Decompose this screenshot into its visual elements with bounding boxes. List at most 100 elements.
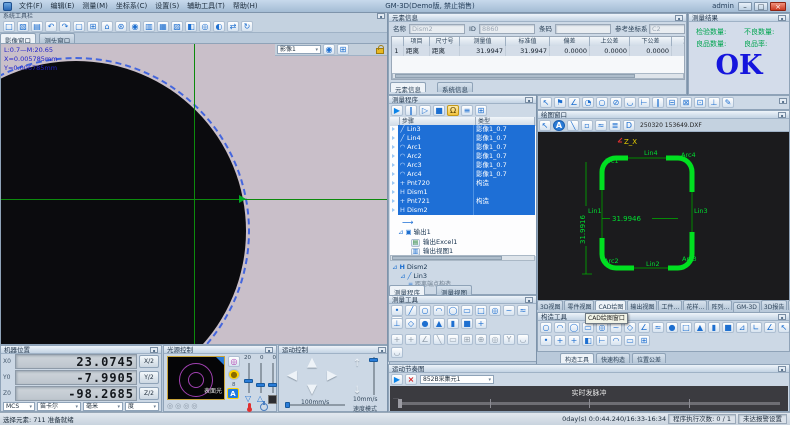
tab-construct-tools[interactable]: 构造工具 — [560, 353, 594, 363]
tab-quick-construct[interactable]: 快速构造 — [596, 353, 630, 363]
perp-icon[interactable]: ⊥ — [708, 97, 720, 108]
step-expander-icon[interactable] — [389, 197, 398, 206]
open-icon[interactable]: ▧ — [17, 21, 29, 32]
y-half-button[interactable]: Y/2 — [139, 371, 159, 384]
settings-icon[interactable]: ⊛ — [115, 21, 127, 32]
unit-select[interactable]: 毫米▾ — [83, 402, 123, 411]
swap-icon[interactable]: ⇄ — [227, 21, 239, 32]
undo-icon[interactable]: ↶ — [45, 21, 57, 32]
cone-icon[interactable]: ▲ — [694, 322, 706, 333]
radius-icon[interactable]: ◡ — [624, 97, 636, 108]
lock-icon[interactable]: Ω — [447, 105, 459, 116]
bottom-light-icon[interactable]: ● — [228, 369, 240, 380]
mode-select[interactable]: 笛卡尔▾ — [37, 402, 81, 411]
menu-settings[interactable]: 设置(S) — [151, 1, 183, 11]
tab-part-view[interactable]: 零件视图 — [564, 300, 594, 310]
circle-a-icon[interactable]: A — [553, 120, 565, 131]
ref-cs-field[interactable]: C2 — [649, 24, 685, 34]
label-lin4[interactable]: Lin4 — [644, 149, 658, 157]
tab-measure-program[interactable]: 测量程序 — [389, 285, 425, 295]
pulse-timeline[interactable]: 实时发脉冲 … — [390, 386, 788, 411]
tab-pattern[interactable]: 花样… — [683, 300, 707, 310]
pin-icon[interactable]: ▪ — [265, 347, 273, 353]
arc-icon[interactable]: ◠ — [554, 322, 566, 333]
arc-tool-icon[interactable]: ◡ — [517, 334, 529, 345]
spot-light-icon[interactable]: ▽ — [245, 394, 251, 403]
tab-output-view[interactable]: 输出视图 — [627, 300, 657, 310]
caliper-icon[interactable]: ⊢ — [596, 335, 608, 346]
program-step-Arc1[interactable]: ◠Arc1影像1_0.7 — [398, 143, 535, 152]
pin-icon[interactable]: ▪ — [378, 347, 386, 353]
camera-icon[interactable]: ◉ — [129, 21, 141, 32]
perp-icon[interactable]: ⊥ — [391, 318, 403, 329]
col-measured[interactable]: 测量值 — [460, 37, 506, 46]
id-field[interactable]: 8860 — [479, 24, 535, 34]
cylinder-icon[interactable]: ▮ — [708, 322, 720, 333]
angle-unit-select[interactable]: 度▾ — [125, 402, 159, 411]
program-step-Lin4[interactable]: ╱Lin4影像1_0.7 — [398, 134, 535, 143]
jog-down-button[interactable]: ▼ — [307, 383, 317, 396]
home-icon[interactable]: ⌂ — [101, 21, 113, 32]
slot-icon[interactable]: ▭ — [461, 305, 473, 316]
step-expander-icon[interactable] — [389, 170, 398, 179]
z-half-button[interactable]: Z/2 — [139, 387, 159, 400]
new-icon[interactable]: □ — [3, 21, 15, 32]
step-expander-icon[interactable] — [389, 125, 398, 134]
program-step-Arc3[interactable]: ◠Arc3影像1_0.7 — [398, 161, 535, 170]
splitter-result[interactable] — [687, 13, 688, 95]
z-up-button[interactable]: ↑ — [353, 357, 361, 370]
circle-icon[interactable]: ○ — [596, 97, 608, 108]
label-arc1[interactable]: Arc1 — [604, 157, 619, 165]
tab-position-tolerance[interactable]: 位置公差 — [632, 353, 666, 363]
auto-light-button[interactable]: A — [227, 388, 239, 399]
col-item[interactable]: 项目 — [404, 37, 430, 46]
step-expander-icon[interactable] — [389, 143, 398, 152]
construct-point-icon[interactable]: + — [391, 334, 403, 345]
step-expander-icon[interactable] — [389, 206, 398, 215]
table-row[interactable]: 1距离距离31.994731.99470.00000.00000.00000.0… — [392, 46, 684, 56]
video-canvas[interactable]: L:0.7—M:20.65 X=0.005785mm Y=0.006785mm … — [0, 43, 388, 345]
plus-tool-icon[interactable]: + — [568, 335, 580, 346]
program-step-Pnt720[interactable]: +Pnt720构造 — [398, 179, 535, 188]
gallery-icon[interactable]: ▥ — [143, 21, 155, 32]
x-half-button[interactable]: X/2 — [139, 355, 159, 368]
refresh-icon[interactable]: ↻ — [241, 21, 253, 32]
cylinder-icon[interactable]: ▮ — [447, 318, 459, 329]
pin-icon[interactable]: ▪ — [150, 347, 158, 353]
angle-tool-icon[interactable]: ∠ — [419, 334, 431, 345]
tab-image-window[interactable]: 影像窗口 — [0, 33, 36, 43]
pin-icon[interactable]: ▪ — [377, 13, 385, 19]
program-step-Pnt721[interactable]: +Pnt721构造 — [398, 197, 535, 206]
play-icon[interactable]: ▶ — [391, 105, 403, 116]
pin-icon[interactable]: ▪ — [778, 366, 786, 372]
stats-icon[interactable]: ◐ — [213, 21, 225, 32]
pin-icon[interactable]: ▪ — [778, 15, 786, 21]
play-icon[interactable]: ▶ — [391, 374, 403, 385]
ring-tool-icon[interactable]: ◎ — [489, 334, 501, 345]
save-icon[interactable]: ▤ — [31, 21, 43, 32]
snapshot-icon[interactable]: ◉ — [323, 44, 335, 55]
arc-icon[interactable]: ◠ — [610, 335, 622, 346]
lock-icon[interactable] — [376, 48, 384, 54]
grid-icon[interactable]: ⊞ — [337, 44, 349, 55]
plus-tool-icon[interactable]: + — [405, 334, 417, 345]
menu-help[interactable]: 帮助(H) — [229, 1, 262, 11]
line-icon[interactable]: ╱ — [405, 305, 417, 316]
slot-icon[interactable]: ▭ — [447, 334, 459, 345]
cs-b-icon[interactable]: ⊿ — [736, 322, 748, 333]
tiles-icon[interactable]: ▨ — [171, 21, 183, 32]
camera-select[interactable]: 影像1▾ — [277, 45, 321, 54]
wave-icon[interactable]: ≈ — [595, 120, 607, 131]
col-deviation[interactable]: 偏差 — [550, 37, 590, 46]
tab-element-info[interactable]: 元素信息 — [390, 82, 426, 92]
col-out-of-tol[interactable]: 超差值 — [672, 37, 685, 46]
clock-icon[interactable]: ◔ — [582, 97, 594, 108]
layers-icon[interactable]: ≣ — [609, 120, 621, 131]
probe-icon[interactable]: + — [554, 335, 566, 346]
tab-cad-view[interactable]: CAD绘图 — [595, 300, 626, 310]
pencil-icon[interactable]: ✎ — [722, 97, 734, 108]
barcode-field[interactable] — [555, 24, 611, 34]
box-icon[interactable]: ■ — [461, 318, 473, 329]
corner-arrow-icon[interactable] — [216, 357, 224, 365]
stop-icon[interactable]: ■ — [433, 105, 445, 116]
